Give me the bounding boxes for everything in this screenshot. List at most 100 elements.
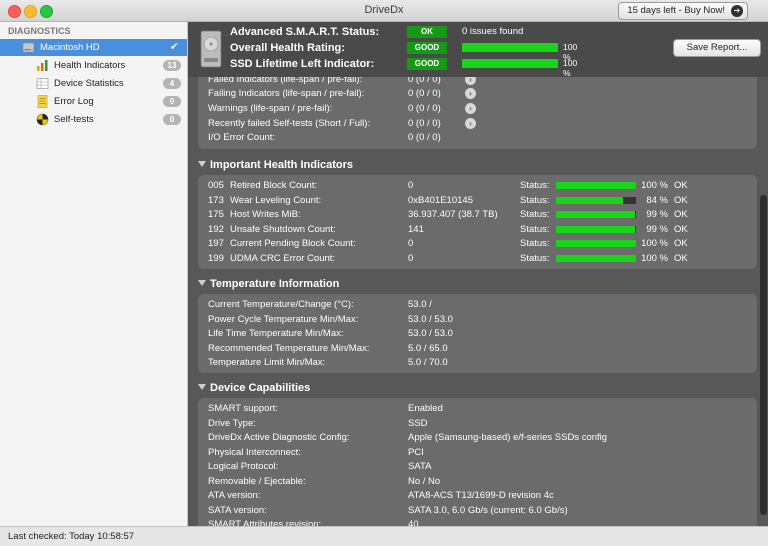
smart-status-label: Advanced S.M.A.R.T. Status: — [230, 26, 380, 38]
capability-label: SATA version: — [208, 504, 267, 516]
capability-value: SATA 3.0, 6.0 Gb/s (current: 6.0 Gb/s) — [408, 504, 568, 516]
chevron-right-icon[interactable]: › — [465, 77, 476, 85]
scrollbar-thumb[interactable] — [760, 195, 767, 515]
status-label: Status: — [520, 223, 550, 235]
temperature-value: 53.0 / 53.0 — [408, 313, 453, 325]
arrow-right-icon: ➔ — [731, 5, 743, 17]
vertical-scrollbar[interactable] — [760, 77, 767, 526]
status-badge: GOOD — [407, 58, 447, 70]
temperature-label: Current Temperature/Change (°C): — [208, 299, 354, 310]
lifetime-progress-bar — [462, 59, 558, 68]
sidebar-item-health-indicators[interactable]: Health Indicators 13 — [0, 57, 187, 74]
status-progress-bar — [556, 225, 636, 233]
capability-label: Logical Protocol: — [208, 461, 279, 472]
temperature-label: Life Time Temperature Min/Max: — [208, 328, 344, 339]
indicator-value: 0 — [408, 252, 414, 264]
sidebar-item-error-log[interactable]: Error Log 0 — [0, 93, 187, 110]
summary-row-value: 0 (0 / 0) — [408, 132, 441, 143]
summary-row-label: Recently failed Self-tests (Short / Full… — [208, 118, 371, 129]
sidebar-item-device-statistics[interactable]: Device Statistics 4 — [0, 75, 187, 92]
buy-now-button[interactable]: 15 days left - Buy Now! ➔ — [618, 2, 748, 20]
indicator-id: 175 — [208, 209, 224, 220]
indicator-value: 0xB401E10145 — [408, 194, 473, 206]
temperature-value: 53.0 / — [408, 299, 432, 310]
indicator-value: 141 — [408, 223, 424, 235]
indicator-id: 197 — [208, 238, 224, 249]
self-test-icon — [36, 113, 49, 126]
save-report-button[interactable]: Save Report... — [673, 39, 761, 57]
capability-value: Apple (Samsung-based) e/f-series SSDs co… — [408, 432, 608, 443]
table-icon — [36, 78, 49, 89]
summary-row-value: 0 (0 / 0) — [408, 77, 441, 85]
temperature-label: Power Cycle Temperature Min/Max: — [208, 313, 359, 325]
summary-row-label: I/O Error Count: — [208, 132, 276, 143]
chevron-right-icon[interactable]: › — [465, 88, 476, 99]
sidebar-item-label: Health Indicators — [54, 60, 126, 71]
summary-row-value: 0 (0 / 0) — [408, 103, 441, 114]
temperature-label: Temperature Limit Min/Max: — [208, 357, 326, 368]
summary-row-value: 0 (0 / 0) — [408, 118, 441, 129]
sidebar: DIAGNOSTICS Macintosh HD ✔ Health Indica… — [0, 22, 188, 526]
status-label: Status: — [520, 252, 550, 264]
health-rating-label: Overall Health Rating: — [230, 42, 345, 54]
sidebar-item-self-tests[interactable]: Self-tests 0 — [0, 111, 187, 128]
summary-panel: Failed Indicators (life-span / pre-fail)… — [198, 77, 757, 149]
indicator-name: UDMA CRC Error Count: — [230, 252, 336, 264]
status-progress-bar — [556, 196, 636, 204]
indicator-id: 005 — [208, 180, 224, 191]
capability-value: SSD — [408, 417, 428, 429]
status-ok: OK — [674, 209, 688, 220]
count-badge: 4 — [163, 78, 181, 89]
capability-label: SMART Attributes revision: — [208, 519, 322, 526]
temperature-panel: Current Temperature/Change (°C): 53.0 / … — [198, 294, 757, 373]
indicator-name: Unsafe Shutdown Count: — [230, 223, 336, 235]
indicator-id: 173 — [208, 194, 224, 206]
sidebar-item-macintosh-hd[interactable]: Macintosh HD ✔ — [0, 39, 187, 56]
report-scroll-area[interactable]: Failed Indicators (life-span / pre-fail)… — [188, 77, 768, 526]
indicator-id: 192 — [208, 223, 224, 235]
section-title: Important Health Indicators — [210, 159, 354, 171]
capability-value: PCI — [408, 446, 424, 458]
disclosure-triangle-icon — [198, 384, 206, 390]
status-progress-bar — [556, 254, 636, 262]
status-percent: 100 % — [641, 252, 668, 264]
temperature-value: 5.0 / 65.0 — [408, 342, 448, 354]
status-percent: 100 % — [641, 180, 668, 191]
capability-label: Drive Type: — [208, 417, 256, 429]
hard-drive-icon — [22, 42, 35, 53]
status-bar: Last checked: Today 10:58:57 — [0, 526, 768, 546]
status-percent: 99 % — [646, 223, 668, 235]
chevron-right-icon[interactable]: › — [465, 103, 476, 114]
summary-row-label: Failing Indicators (life-span / pre-fail… — [208, 88, 365, 99]
summary-row-value: 0 (0 / 0) — [408, 88, 441, 99]
important-health-panel: 005 Retired Block Count: 0 Status: 100 %… — [198, 175, 757, 269]
section-title: Temperature Information — [210, 278, 340, 290]
indicator-value: 0 — [408, 180, 414, 191]
status-ok: OK — [674, 194, 688, 206]
chevron-right-icon[interactable]: › — [465, 118, 476, 129]
checkmark-icon: ✔ — [169, 41, 179, 53]
sidebar-item-label: Self-tests — [54, 114, 94, 125]
indicator-value: 0 — [408, 238, 414, 249]
indicator-id: 199 — [208, 252, 224, 264]
sidebar-heading: DIAGNOSTICS — [8, 26, 71, 36]
status-ok: OK — [674, 223, 688, 235]
status-progress-bar — [556, 182, 636, 189]
app-window: DriveDx 15 days left - Buy Now! ➔ DIAGNO… — [0, 0, 768, 546]
health-progress-bar — [462, 43, 558, 52]
indicator-name: Current Pending Block Count: — [230, 238, 356, 249]
summary-row-label: Warnings (life-span / pre-fail): — [208, 103, 333, 114]
count-badge: 0 — [163, 114, 181, 125]
disclosure-triangle-icon — [198, 161, 206, 167]
count-badge: 13 — [163, 60, 181, 71]
capability-value: SATA — [408, 461, 432, 472]
status-progress-bar — [556, 211, 636, 218]
status-percent: 99 % — [646, 209, 668, 220]
sidebar-item-label: Macintosh HD — [40, 42, 100, 53]
capability-label: SMART support: — [208, 403, 278, 414]
temperature-value: 5.0 / 70.0 — [408, 357, 448, 368]
title-bar: DriveDx 15 days left - Buy Now! ➔ — [0, 0, 768, 22]
bar-chart-icon — [37, 60, 48, 71]
status-ok: OK — [674, 180, 688, 191]
capability-value: ATA8-ACS T13/1699-D revision 4c — [408, 490, 554, 501]
